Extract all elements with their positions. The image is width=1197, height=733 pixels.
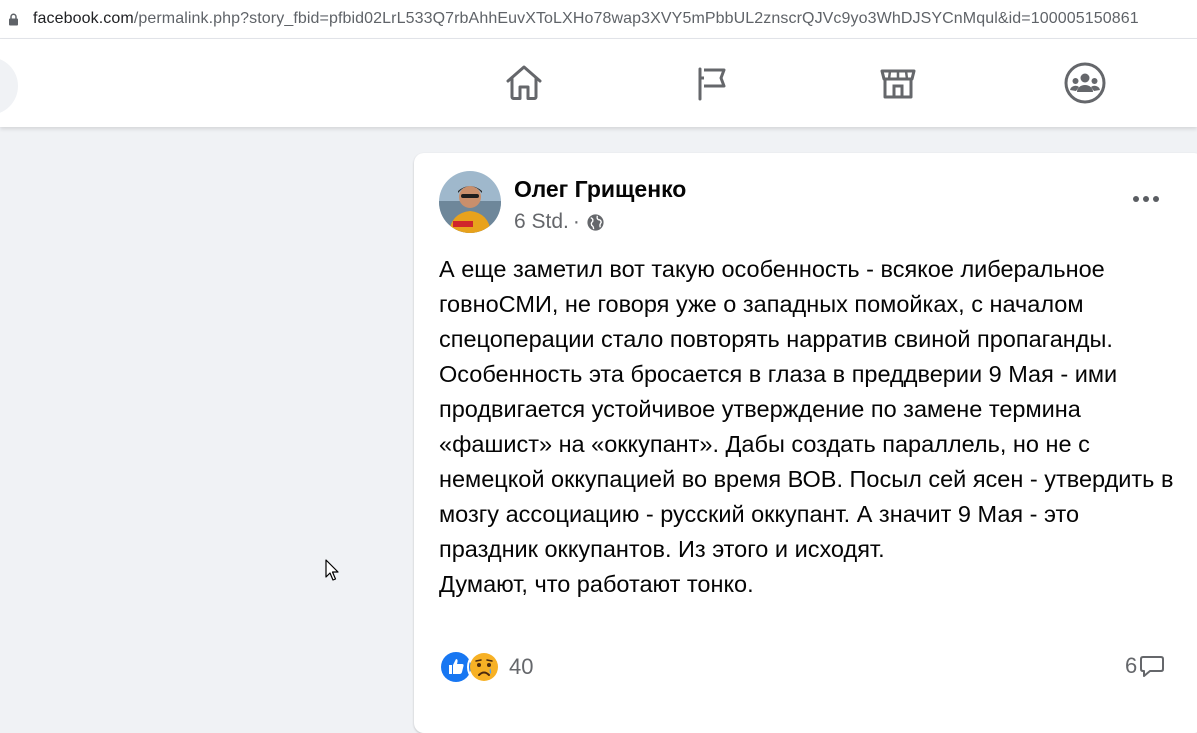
browser-url-bar[interactable]: facebook.com/permalink.php?story_fbid=pf… <box>0 0 1197 39</box>
post-card: Олег Грищенко 6 Std. · А еще заметил вот… <box>414 153 1197 733</box>
more-dot <box>1133 196 1139 202</box>
comments-count-link[interactable]: 6 <box>1125 653 1165 679</box>
more-dot <box>1153 196 1159 202</box>
post-body: А еще заметил вот такую особенность - вс… <box>439 252 1184 602</box>
sad-icon <box>470 653 498 681</box>
post-paragraph: А еще заметил вот такую особенность - вс… <box>439 256 1174 562</box>
lock-icon <box>9 13 18 25</box>
marketplace-icon <box>880 69 916 99</box>
nav-pages-button[interactable] <box>688 59 736 107</box>
pages-flag-icon <box>698 67 726 101</box>
post-options-button[interactable] <box>1124 179 1168 219</box>
reaction-count: 40 <box>509 654 534 679</box>
more-dot <box>1143 196 1149 202</box>
url-path: /permalink.php?story_fbid=pfbid02LrL533Q… <box>133 10 1139 27</box>
author-avatar[interactable] <box>439 171 501 233</box>
nav-groups-button[interactable] <box>1061 59 1109 107</box>
url-host: facebook.com <box>33 10 134 27</box>
home-icon <box>506 65 542 100</box>
post-timestamp[interactable]: 6 Std. <box>514 210 569 234</box>
meta-separator: · <box>572 210 580 233</box>
reactions-summary[interactable]: 40 <box>439 650 533 684</box>
sad-reaction <box>467 650 501 684</box>
mouse-cursor-icon <box>325 559 339 581</box>
globe-icon <box>587 213 604 231</box>
post-meta: 6 Std. · <box>514 210 605 234</box>
top-navigation-bar <box>0 39 1197 127</box>
nav-home-button[interactable] <box>500 59 548 107</box>
post-paragraph: Думают, что работают тонко. <box>439 571 754 597</box>
url-text[interactable]: facebook.com/permalink.php?story_fbid=pf… <box>33 10 1139 28</box>
groups-icon <box>1064 62 1106 104</box>
comment-icon <box>1140 656 1165 677</box>
search-button[interactable] <box>0 57 18 115</box>
post-author-name[interactable]: Олег Грищенко <box>514 176 686 203</box>
avatar-photo <box>439 171 501 233</box>
nav-marketplace-button[interactable] <box>874 59 922 107</box>
comment-count: 6 <box>1125 653 1138 678</box>
